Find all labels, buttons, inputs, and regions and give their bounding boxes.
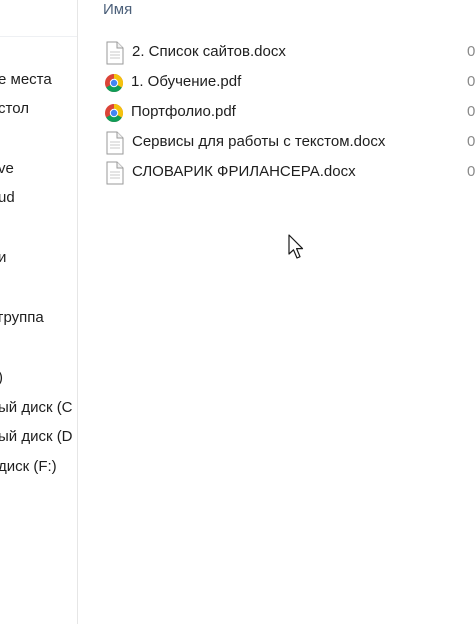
nav-item-recent-places[interactable]: е места [0, 68, 52, 92]
file-date: 0 [467, 73, 475, 90]
file-list-pane: Имя 2. Список сайтов.docx 0 1. Обучение.… [78, 0, 475, 624]
nav-item-desktop[interactable]: стол [0, 97, 29, 121]
file-row[interactable]: 2. Список сайтов.docx 0 [104, 38, 475, 68]
file-row[interactable]: 1. Обучение.pdf 0 [104, 68, 475, 98]
file-name: СЛОВАРИК ФРИЛАНСЕРА.docx [132, 163, 356, 180]
explorer-window: е места стол ve ud и группа ) ый диск (C… [0, 0, 475, 624]
file-list: 2. Список сайтов.docx 0 1. Обучение.pdf … [104, 38, 475, 188]
nav-item-drive[interactable]: ve [0, 157, 14, 181]
navigation-pane[interactable]: е места стол ve ud и группа ) ый диск (C… [0, 0, 78, 624]
file-date: 0 [467, 103, 475, 120]
nav-item-cloud[interactable]: ud [0, 186, 15, 210]
file-name: 2. Список сайтов.docx [132, 43, 286, 60]
nav-item-homegroup[interactable]: группа [0, 306, 44, 330]
nav-top-area [0, 0, 77, 37]
column-header: Имя [78, 0, 475, 22]
file-name: Портфолио.pdf [131, 103, 236, 120]
nav-item-drive-c[interactable]: ый диск (C [0, 396, 73, 420]
file-row[interactable]: Портфолио.pdf 0 [104, 98, 475, 128]
word-document-icon [104, 161, 126, 185]
file-date: 0 [467, 133, 475, 150]
column-header-name[interactable]: Имя [103, 0, 132, 20]
file-name: Сервисы для работы с текстом.docx [132, 133, 386, 150]
chrome-pdf-icon [104, 71, 126, 95]
nav-item-drive-d[interactable]: ый диск (D [0, 425, 73, 449]
nav-item-computer[interactable]: ) [0, 366, 3, 390]
file-name: 1. Обучение.pdf [131, 73, 242, 90]
file-date: 0 [467, 163, 475, 180]
word-document-icon [104, 131, 126, 155]
word-document-icon [104, 41, 126, 65]
nav-item-libraries[interactable]: и [0, 246, 6, 270]
nav-item-drive-f[interactable]: диск (F:) [0, 455, 57, 479]
file-row[interactable]: СЛОВАРИК ФРИЛАНСЕРА.docx 0 [104, 158, 475, 188]
mouse-cursor-icon [288, 234, 306, 262]
file-row[interactable]: Сервисы для работы с текстом.docx 0 [104, 128, 475, 158]
file-date: 0 [467, 43, 475, 60]
chrome-pdf-icon [104, 101, 126, 125]
